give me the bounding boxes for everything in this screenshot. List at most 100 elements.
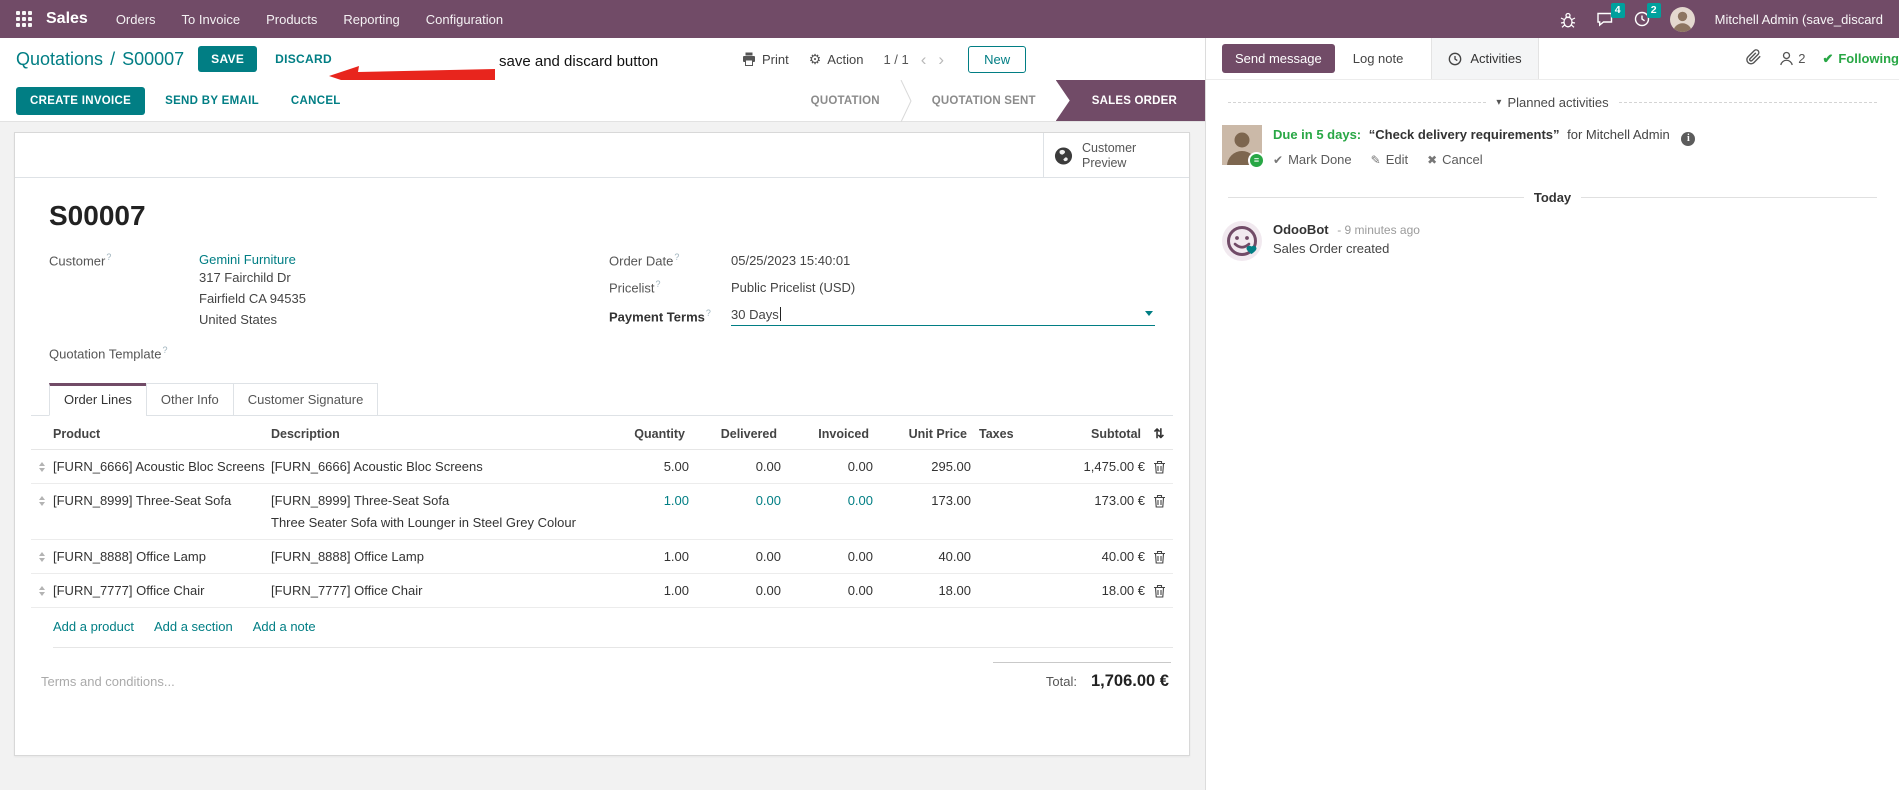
cell-unit-price[interactable]: 18.00 (873, 583, 971, 598)
nav-item-to-invoice[interactable]: To Invoice (182, 12, 241, 27)
mark-done-button[interactable]: ✔ Mark Done (1273, 152, 1352, 167)
cell-quantity[interactable]: 1.00 (611, 493, 689, 508)
cell-product[interactable]: [FURN_7777] Office Chair (53, 583, 271, 598)
payment-terms-input[interactable]: 30 Days (731, 307, 1155, 326)
nav-item-reporting[interactable]: Reporting (343, 12, 399, 27)
attach-files-button[interactable] (1745, 48, 1762, 69)
log-note-button[interactable]: Log note (1341, 44, 1416, 73)
apps-grid-icon[interactable] (16, 11, 32, 27)
cell-product[interactable]: [FURN_8888] Office Lamp (53, 549, 271, 564)
tab-order-lines[interactable]: Order Lines (49, 383, 147, 417)
drag-handle-icon[interactable] (31, 459, 53, 473)
drag-handle-icon[interactable] (31, 583, 53, 597)
cell-quantity[interactable]: 5.00 (611, 459, 689, 474)
print-button[interactable]: Print (742, 52, 789, 67)
stage-sales-order[interactable]: SALES ORDER (1055, 80, 1205, 121)
order-date-value[interactable]: 05/25/2023 15:40:01 (731, 253, 850, 268)
nav-item-products[interactable]: Products (266, 12, 317, 27)
pricelist-value[interactable]: Public Pricelist (USD) (731, 280, 855, 295)
stage-quotation-sent[interactable]: QUOTATION SENT (912, 80, 1056, 121)
cell-description[interactable]: [FURN_7777] Office Chair (271, 583, 611, 598)
app-name[interactable]: Sales (46, 10, 88, 28)
activities-menu[interactable]: 2 (1634, 3, 1661, 27)
cancel-button[interactable]: CANCEL (279, 87, 353, 115)
tab-customer-signature[interactable]: Customer Signature (232, 383, 379, 417)
table-row[interactable]: [FURN_7777] Office Chair [FURN_7777] Off… (31, 574, 1173, 609)
cell-description[interactable]: [FURN_8999] Three-Seat Sofa Three Seater … (271, 493, 611, 530)
dropdown-caret-icon[interactable] (1145, 310, 1153, 316)
debug-bug-icon[interactable] (1560, 11, 1576, 28)
cell-unit-price[interactable]: 173.00 (873, 493, 971, 508)
user-avatar[interactable] (1669, 6, 1695, 32)
activity-summary: “Check delivery requirements” (1368, 127, 1560, 142)
table-row[interactable]: [FURN_6666] Acoustic Bloc Screens [FURN_… (31, 450, 1173, 485)
create-invoice-button[interactable]: CREATE INVOICE (16, 86, 146, 115)
cancel-activity-button[interactable]: ✖ Cancel (1427, 152, 1483, 167)
delete-row-icon[interactable] (1145, 583, 1173, 599)
cell-unit-price[interactable]: 40.00 (873, 549, 971, 564)
action-button[interactable]: ⚙ Action (809, 51, 864, 68)
check-icon: ✔ (1822, 50, 1834, 66)
pager-next-icon[interactable]: › (938, 51, 944, 68)
send-message-button[interactable]: Send message (1222, 44, 1335, 73)
tab-other-info[interactable]: Other Info (145, 383, 234, 417)
caret-down-icon: ▾ (1496, 97, 1502, 108)
pager-previous-icon[interactable]: ‹ (921, 51, 927, 68)
x-icon: ✖ (1427, 152, 1438, 167)
header-delivered: Delivered (720, 426, 777, 441)
planned-activities-divider[interactable]: ▾ Planned activities (1218, 95, 1887, 110)
cell-description[interactable]: [FURN_6666] Acoustic Bloc Screens (271, 459, 611, 474)
cell-quantity[interactable]: 1.00 (611, 549, 689, 564)
table-row[interactable]: [FURN_8888] Office Lamp [FURN_8888] Offi… (31, 540, 1173, 575)
cell-delivered[interactable]: 0.00 (689, 459, 781, 474)
following-button[interactable]: ✔ Following (1822, 51, 1899, 67)
send-by-email-button[interactable]: SEND BY EMAIL (153, 87, 271, 115)
cell-description[interactable]: [FURN_8888] Office Lamp (271, 549, 611, 564)
messages-menu[interactable]: 4 (1596, 3, 1625, 27)
cell-product[interactable]: [FURN_6666] Acoustic Bloc Screens (53, 459, 271, 474)
printer-icon (743, 52, 755, 66)
table-row[interactable]: [FURN_8999] Three-Seat Sofa [FURN_8999] … (31, 484, 1173, 541)
nav-item-orders[interactable]: Orders (116, 12, 156, 27)
drag-handle-icon[interactable] (31, 493, 53, 507)
planned-activity-item: ≡ Due in 5 days: “Check delivery require… (1206, 119, 1899, 170)
payment-terms-label: Payment Terms? (609, 307, 711, 325)
stage-quotation[interactable]: QUOTATION (791, 80, 900, 121)
cell-delivered[interactable]: 0.00 (689, 493, 781, 508)
drag-handle-icon[interactable] (31, 549, 53, 563)
save-button[interactable]: SAVE (198, 46, 258, 72)
followers-button[interactable]: 2 (1779, 51, 1805, 66)
add-product-link[interactable]: Add a product (53, 619, 134, 634)
optional-columns-icon[interactable]: ⇅ (1145, 425, 1173, 442)
delete-row-icon[interactable] (1145, 459, 1173, 475)
new-button[interactable]: New (968, 45, 1027, 73)
activities-badge: 2 (1646, 3, 1661, 18)
breadcrumb-quotations[interactable]: Quotations (16, 49, 103, 70)
edit-activity-button[interactable]: ✎ Edit (1371, 152, 1408, 167)
activities-button[interactable]: Activities (1431, 38, 1539, 79)
cell-delivered[interactable]: 0.00 (689, 583, 781, 598)
user-menu[interactable]: Mitchell Admin (save_discard (1715, 12, 1883, 27)
header-invoiced: Invoiced (818, 426, 869, 441)
header-taxes: Taxes (979, 426, 1014, 441)
cell-delivered[interactable]: 0.00 (689, 549, 781, 564)
delete-row-icon[interactable] (1145, 549, 1173, 565)
cell-quantity[interactable]: 1.00 (611, 583, 689, 598)
terms-placeholder[interactable]: Terms and conditions... (41, 674, 175, 691)
cell-invoiced[interactable]: 0.00 (781, 583, 873, 598)
cell-invoiced[interactable]: 0.00 (781, 493, 873, 508)
nav-item-configuration[interactable]: Configuration (426, 12, 503, 27)
cell-invoiced[interactable]: 0.00 (781, 459, 873, 474)
add-section-link[interactable]: Add a section (154, 619, 233, 634)
cell-unit-price[interactable]: 295.00 (873, 459, 971, 474)
info-icon[interactable]: i (1681, 132, 1696, 146)
cell-invoiced[interactable]: 0.00 (781, 549, 873, 564)
customer-preview-button[interactable]: Customer Preview (1043, 133, 1189, 178)
cell-subtotal: 18.00 € (1101, 583, 1145, 599)
delete-row-icon[interactable] (1145, 493, 1173, 509)
customer-link[interactable]: Gemini Furniture (199, 252, 296, 267)
add-note-link[interactable]: Add a note (253, 619, 316, 634)
discard-button[interactable]: DISCARD (275, 52, 332, 66)
message-author[interactable]: OdooBot (1273, 222, 1329, 237)
cell-product[interactable]: [FURN_8999] Three-Seat Sofa (53, 493, 271, 508)
